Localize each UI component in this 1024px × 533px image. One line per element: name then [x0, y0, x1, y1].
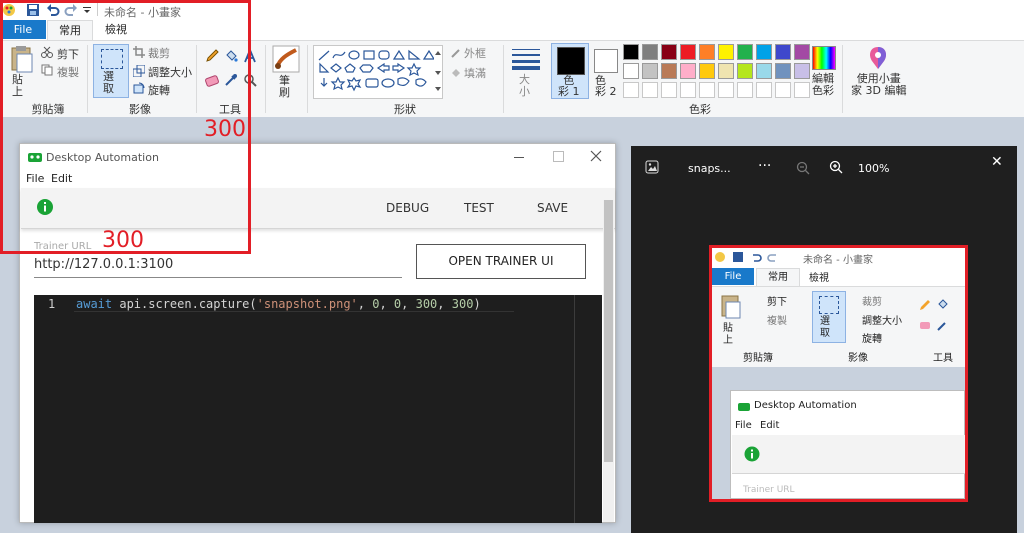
outline-icon — [451, 49, 460, 58]
open-trainer-ui-button[interactable]: OPEN TRAINER UI — [416, 244, 586, 279]
palette-swatch[interactable] — [623, 44, 639, 60]
code-string: 'snapshot.png' — [256, 297, 358, 311]
color-palette — [623, 44, 813, 100]
palette-custom-slot[interactable] — [661, 82, 677, 98]
edit-colors-button[interactable]: 編輯 色彩 — [812, 73, 834, 97]
save-button[interactable]: SAVE — [537, 201, 568, 215]
viewer-title: snaps... — [688, 162, 731, 175]
group-label-shapes: 形狀 — [394, 103, 416, 116]
size-icon[interactable] — [511, 46, 541, 70]
zoom-in-icon[interactable] — [829, 160, 843, 174]
shapes-icon — [318, 49, 434, 92]
height-annotation: 300 — [102, 228, 144, 253]
palette-swatch[interactable] — [680, 44, 696, 60]
maximize-icon[interactable] — [553, 151, 564, 162]
ribbon-separator — [842, 45, 843, 113]
palette-swatch[interactable] — [642, 44, 658, 60]
code-call: api.screen.capture( — [112, 297, 257, 311]
edit-colors-icon[interactable] — [812, 46, 836, 70]
palette-custom-slot[interactable] — [699, 82, 715, 98]
ribbon-separator — [265, 45, 266, 113]
brushes-button[interactable]: 筆 刷 — [279, 75, 290, 99]
photo-icon — [645, 160, 659, 174]
code-number: 300 — [415, 297, 438, 311]
palette-swatch[interactable] — [737, 63, 753, 79]
color1-button[interactable]: 色 彩 1 — [551, 43, 589, 99]
code-editor[interactable]: 1 await api.screen.capture('snapshot.png… — [34, 295, 602, 523]
palette-swatch[interactable] — [623, 63, 639, 79]
palette-swatch[interactable] — [775, 44, 791, 60]
palette-swatch[interactable] — [661, 63, 677, 79]
color2-button[interactable]: 色 彩 2 — [595, 75, 617, 97]
paint3d-icon[interactable] — [866, 45, 890, 71]
color1-swatch — [557, 47, 585, 75]
code-number: 300 — [451, 297, 474, 311]
palette-custom-slot[interactable] — [623, 82, 639, 98]
code-line: await api.screen.capture('snapshot.png',… — [76, 297, 481, 311]
palette-swatch[interactable] — [718, 44, 734, 60]
brushes-icon[interactable] — [272, 45, 300, 73]
code-punct: , — [379, 297, 394, 311]
palette-swatch[interactable] — [680, 63, 696, 79]
palette-swatch[interactable] — [756, 44, 772, 60]
paint3d-button[interactable]: 使用小畫 家 3D 編輯 — [851, 73, 906, 97]
palette-custom-slot[interactable] — [737, 82, 753, 98]
captured-image-highlight — [709, 245, 968, 502]
close-icon[interactable] — [590, 150, 602, 162]
palette-custom-slot[interactable] — [756, 82, 772, 98]
fill-button[interactable]: 填滿 — [464, 65, 486, 81]
more-button[interactable]: ··· — [758, 158, 771, 174]
debug-button[interactable]: DEBUG — [386, 201, 429, 215]
shapes-scroll-icon[interactable] — [434, 49, 442, 95]
trainer-url-input[interactable]: http://127.0.0.1:3100 — [34, 257, 402, 278]
size-button[interactable]: 大 小 — [519, 74, 530, 98]
palette-swatch[interactable] — [699, 63, 715, 79]
palette-custom-slot[interactable] — [642, 82, 658, 98]
palette-swatch[interactable] — [775, 63, 791, 79]
palette-swatch[interactable] — [794, 63, 810, 79]
code-punct: , — [357, 297, 373, 311]
minimize-icon[interactable] — [514, 157, 524, 158]
scrollbar-track[interactable] — [603, 200, 614, 522]
line-number: 1 — [48, 297, 56, 311]
fill-shape-icon — [452, 69, 460, 77]
code-keyword: await — [76, 297, 113, 311]
code-punct: , — [401, 297, 416, 311]
color2-swatch[interactable] — [594, 49, 618, 73]
color1-label: 色 彩 1 — [558, 74, 580, 98]
ribbon-separator — [307, 45, 308, 113]
current-line-highlight — [74, 311, 514, 312]
test-button[interactable]: TEST — [464, 201, 494, 215]
editor-ruler — [574, 295, 575, 523]
ribbon-separator — [503, 45, 504, 113]
palette-custom-slot[interactable] — [718, 82, 734, 98]
zoom-out-icon[interactable] — [796, 161, 810, 175]
palette-swatch[interactable] — [642, 63, 658, 79]
palette-swatch[interactable] — [737, 44, 753, 60]
shapes-gallery[interactable] — [313, 45, 443, 99]
code-punct: , — [437, 297, 452, 311]
group-label-colors: 色彩 — [689, 103, 711, 116]
palette-custom-slot[interactable] — [794, 82, 810, 98]
code-punct: ) — [473, 297, 481, 311]
width-annotation: 300 — [204, 117, 246, 142]
palette-swatch[interactable] — [699, 44, 715, 60]
zoom-level: 100% — [858, 162, 890, 175]
palette-swatch[interactable] — [794, 44, 810, 60]
palette-custom-slot[interactable] — [680, 82, 696, 98]
palette-swatch[interactable] — [756, 63, 772, 79]
palette-custom-slot[interactable] — [775, 82, 791, 98]
viewer-close-button[interactable]: ✕ — [991, 154, 1003, 170]
palette-swatch[interactable] — [718, 63, 734, 79]
outline-button[interactable]: 外框 — [464, 45, 486, 61]
palette-swatch[interactable] — [661, 44, 677, 60]
scrollbar-thumb[interactable] — [604, 200, 613, 462]
